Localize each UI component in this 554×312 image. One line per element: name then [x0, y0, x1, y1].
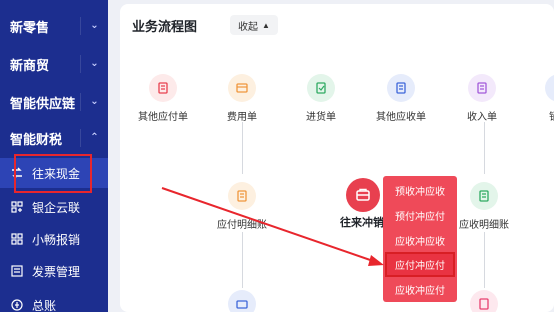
menu-item-label: 应收冲应付 [395, 286, 445, 297]
annotation-highlight-box [14, 154, 92, 193]
flow-node-label: 进货单 [306, 112, 336, 123]
sidebar-item-label: 发票管理 [32, 264, 81, 279]
flow-node-label: 其他应付单 [138, 112, 188, 123]
ledger-doc-icon [470, 182, 498, 210]
reimburse-icon [10, 232, 24, 246]
flow-node-label: 其他应收单 [376, 112, 426, 123]
flow-node-write-off-label: 往来冲销 [340, 217, 384, 229]
write-off-popup-menu: 预收冲应收 预付冲应付 应收冲应收 应付冲应付 应收冲应付 [383, 176, 457, 302]
flow-node-sales-partial[interactable]: 销 [515, 74, 554, 123]
sidebar-item-label: 银企云联 [32, 200, 81, 215]
menu-item-payable-vs-payable[interactable]: 应付冲应付 [385, 252, 455, 277]
sidebar-item-reimbursement[interactable]: 小畅报销 [0, 224, 108, 254]
flow-node-label: 应付明细账 [217, 220, 267, 231]
connector-line [484, 122, 485, 174]
flow-node-bottom-right[interactable] [449, 290, 519, 312]
caret-up-icon: ▲ [262, 20, 270, 30]
sidebar-section-finance-tax[interactable]: 智能财税 ⌃ [0, 120, 108, 156]
flow-node-payable-ledger[interactable]: 应付明细账 [207, 182, 277, 231]
receipt-icon [470, 290, 498, 312]
sidebar-item-label: 小畅报销 [32, 232, 81, 247]
sales-icon [545, 74, 554, 102]
ledger-icon [10, 298, 24, 312]
flowchart-panel: 业务流程图 收起 ▲ [120, 4, 554, 312]
flow-node-label: 应收明细账 [459, 220, 509, 231]
sidebar-section-label: 智能财税 [10, 131, 63, 147]
connector-line [242, 232, 243, 288]
main-content: 业务流程图 收起 ▲ [108, 0, 554, 312]
menu-item-receivable-vs-payable[interactable]: 应收冲应付 [383, 277, 457, 302]
flow-node-receivable-ledger[interactable]: 应收明细账 [449, 182, 519, 231]
sidebar-item-invoice[interactable]: 发票管理 [0, 256, 108, 286]
connector-line [484, 232, 485, 288]
flow-node-label: 销 [515, 108, 554, 123]
flow-node-bottom-left[interactable] [207, 290, 277, 312]
chevron-down-icon: ⌄ [80, 17, 108, 35]
menu-item-advance-payment-vs-payable[interactable]: 预付冲应付 [383, 203, 457, 228]
wallet-icon [228, 290, 256, 312]
sidebar-item-ledger[interactable]: 总账 [0, 290, 108, 312]
menu-item-advance-receipt-vs-receivable[interactable]: 预收冲应收 [383, 178, 457, 203]
collapse-label: 收起 [238, 21, 258, 33]
flow-node-other-receivable[interactable]: 其他应收单 [366, 74, 436, 123]
write-off-icon[interactable] [346, 178, 380, 212]
sidebar-section-supply-chain[interactable]: 智能供应链 ⌄ [0, 84, 108, 120]
connector-line [242, 122, 243, 174]
menu-item-label: 应收冲应收 [395, 237, 445, 248]
collapse-button[interactable]: 收起 ▲ [230, 15, 278, 35]
sidebar-section-label: 智能供应链 [10, 95, 76, 111]
invoice-icon [10, 264, 24, 278]
income-icon [468, 74, 496, 102]
menu-item-label: 应付冲应付 [395, 261, 445, 272]
sidebar-section-new-commerce[interactable]: 新商贸 ⌄ [0, 46, 108, 82]
chevron-down-icon: ⌄ [80, 93, 108, 111]
flow-node-other-payable[interactable]: 其他应付单 [128, 74, 198, 123]
flow-node-label: 费用单 [227, 112, 257, 123]
chevron-up-icon: ⌃ [80, 129, 108, 147]
expense-icon [228, 74, 256, 102]
flow-node-purchase[interactable]: 进货单 [286, 74, 356, 123]
sidebar-section-label: 新商贸 [10, 57, 50, 73]
bank-icon [10, 200, 24, 214]
flow-node-expense[interactable]: 费用单 [207, 74, 277, 123]
sidebar-section-new-retail[interactable]: 新零售 ⌄ [0, 8, 108, 44]
flow-node-label: 收入单 [467, 112, 497, 123]
purchase-icon [307, 74, 335, 102]
sidebar-section-label: 新零售 [10, 19, 50, 35]
menu-item-label: 预收冲应收 [395, 187, 445, 198]
chevron-down-icon: ⌄ [80, 55, 108, 73]
document-icon [149, 74, 177, 102]
receivable-doc-icon [387, 74, 415, 102]
menu-item-receivable-vs-receivable[interactable]: 应收冲应收 [383, 228, 457, 253]
sidebar-item-label: 总账 [32, 298, 57, 312]
sidebar-item-bank-link[interactable]: 银企云联 [0, 192, 108, 222]
ledger-doc-icon [228, 182, 256, 210]
page-title: 业务流程图 [132, 19, 198, 34]
flow-node-income[interactable]: 收入单 [447, 74, 517, 123]
menu-item-label: 预付冲应付 [395, 212, 445, 223]
